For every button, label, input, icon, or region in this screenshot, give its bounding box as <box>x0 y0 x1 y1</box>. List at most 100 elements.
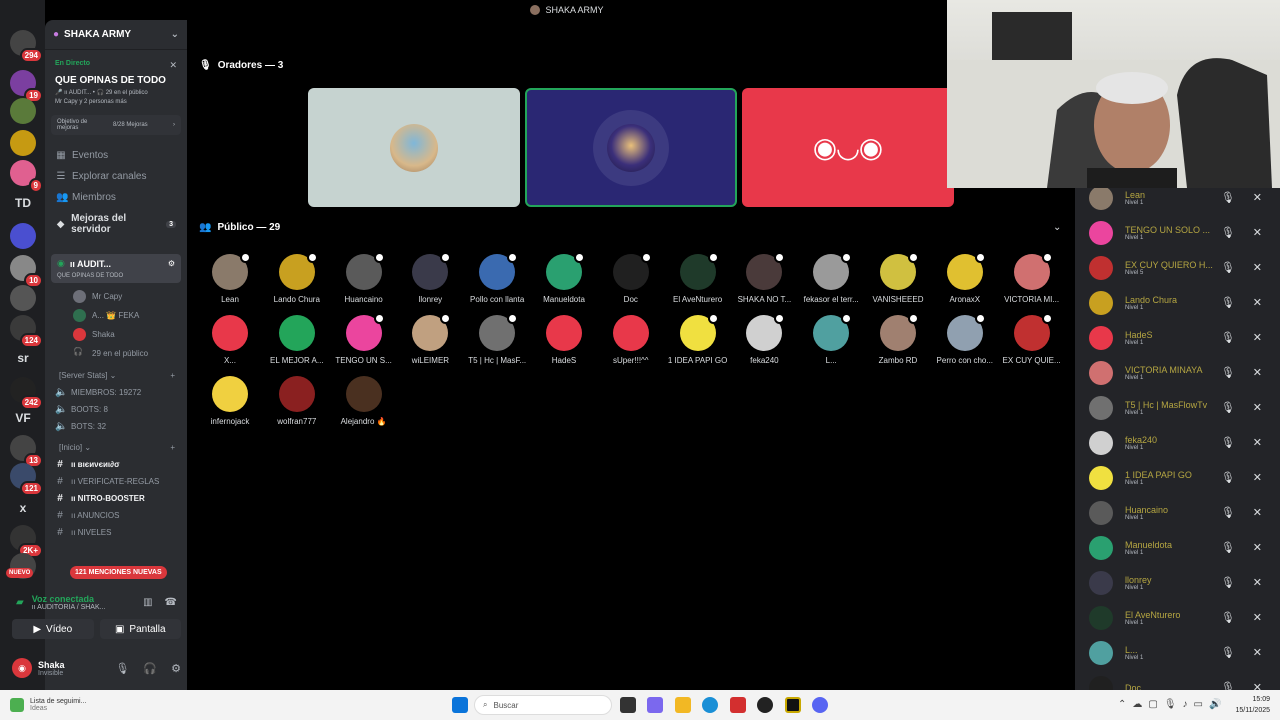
invite-to-speak-icon[interactable]: 🎙 <box>1221 436 1235 449</box>
nav-item[interactable]: ☰ Explorar canales <box>45 166 187 187</box>
soundboard-icon[interactable]: ▥ <box>143 597 152 608</box>
request-row[interactable]: Lean Nivel 1 🎙 ✕ <box>1075 188 1280 215</box>
server-icon[interactable]: 9 <box>10 160 43 193</box>
audience-member[interactable]: sUper!!!^^ <box>598 315 664 365</box>
voice-user[interactable]: Shaka <box>45 325 187 344</box>
copilot-icon[interactable] <box>647 697 663 713</box>
audience-member[interactable]: El AveNturero <box>665 252 731 304</box>
request-row[interactable]: feka240 Nivel 1 🎙 ✕ <box>1075 425 1280 460</box>
audience-member[interactable]: Pollo con llanta <box>464 252 530 304</box>
avatar[interactable]: ◉ <box>12 658 32 678</box>
voice-user[interactable]: A... 👑 FEKA <box>45 306 187 325</box>
category-header[interactable]: [Server Stats] ⌄ + <box>45 363 187 384</box>
server-icon[interactable] <box>10 98 36 124</box>
settings-icon[interactable]: ⚙ <box>168 259 175 268</box>
active-voice-channel[interactable]: ◉ ıı AUDIT... ⚙ QUE OPINAS DE TODO <box>51 254 181 283</box>
dismiss-icon[interactable]: ✕ <box>1253 436 1262 449</box>
dismiss-icon[interactable]: ✕ <box>1253 506 1262 519</box>
server-icon[interactable]: 242 <box>10 377 43 410</box>
dismiss-icon[interactable]: ✕ <box>1253 576 1262 589</box>
request-row[interactable]: TENGO UN SOLO ... Nivel 1 🎙 ✕ <box>1075 215 1280 250</box>
invite-to-speak-icon[interactable]: 🎙 <box>1221 261 1235 274</box>
request-row[interactable]: Lando Chura Nivel 1 🎙 ✕ <box>1075 285 1280 320</box>
server-icon[interactable] <box>10 223 36 249</box>
invite-to-speak-icon[interactable]: 🎙 <box>1221 366 1235 379</box>
stage-card[interactable]: En Directo ✕ QUE OPINAS DE TODO 🎤 ıı AUD… <box>51 56 181 109</box>
audience-member[interactable]: Huancaino <box>331 252 397 304</box>
text-channel[interactable]: # ıı VERIFICATE-REGLAS <box>45 473 187 490</box>
audience-member[interactable]: wolfran777 <box>264 376 330 426</box>
server-icon[interactable] <box>10 130 36 156</box>
dismiss-icon[interactable]: ✕ <box>1253 681 1262 690</box>
dismiss-icon[interactable]: ✕ <box>1253 296 1262 309</box>
request-row[interactable]: HadeS Nivel 1 🎙 ✕ <box>1075 320 1280 355</box>
request-row[interactable]: El AveNturero Nivel 1 🎙 ✕ <box>1075 600 1280 635</box>
invite-to-speak-icon[interactable]: 🎙 <box>1221 331 1235 344</box>
disconnect-icon[interactable]: ☎ <box>165 597 177 608</box>
nav-item[interactable]: 👥 Miembros <box>45 187 187 208</box>
nav-item[interactable]: ▦ Eventos <box>45 145 187 166</box>
boost-goal[interactable]: Objetivo de mejoras 8/28 Mejoras › <box>51 115 181 135</box>
dismiss-icon[interactable]: ✕ <box>1253 646 1262 659</box>
invite-to-speak-icon[interactable]: 🎙 <box>1221 541 1235 554</box>
text-channel[interactable]: # ıı NITRO-BOOSTER <box>45 490 187 507</box>
invite-to-speak-icon[interactable]: 🎙 <box>1221 191 1235 204</box>
gear-icon[interactable]: ⚙ <box>171 662 181 675</box>
app-icon[interactable] <box>785 697 801 713</box>
obs-icon[interactable] <box>757 697 773 713</box>
system-tray[interactable]: ⌃☁▢🎙♪▭🔊 <box>1118 699 1227 710</box>
request-row[interactable]: Huancaino Nivel 1 🎙 ✕ <box>1075 495 1280 530</box>
voice-user[interactable]: Mr Capy <box>45 287 187 306</box>
speaker-tile-active[interactable] <box>525 88 737 207</box>
server-icon[interactable]: 124 <box>10 315 43 348</box>
audience-member[interactable]: 1 IDEA PAPI GO <box>665 313 731 365</box>
audience-member[interactable]: AronaxX <box>932 252 998 304</box>
dismiss-icon[interactable]: ✕ <box>1253 191 1262 204</box>
audience-member[interactable]: fekasor el terr... <box>798 252 864 304</box>
invite-to-speak-icon[interactable]: 🎙 <box>1221 506 1235 519</box>
dismiss-icon[interactable]: ✕ <box>1253 331 1262 344</box>
server-icon[interactable]: 19 <box>10 70 43 103</box>
text-channel[interactable]: # ıı ANUNCIOS <box>45 507 187 524</box>
app-icon[interactable] <box>730 697 746 713</box>
audience-member[interactable]: Perro con cho... <box>932 313 998 365</box>
start-icon[interactable] <box>452 697 468 713</box>
widgets-button[interactable]: Lista de seguimi... Ideas <box>0 698 86 712</box>
audience-member[interactable]: llonrey <box>397 252 463 304</box>
request-row[interactable]: EX CUY QUIERO H... Nivel 5 🎙 ✕ <box>1075 250 1280 285</box>
stat-channel[interactable]: 🔈 BOOTS: 8 <box>45 401 187 418</box>
request-row[interactable]: Manueldota Nivel 1 🎙 ✕ <box>1075 530 1280 565</box>
search-box[interactable]: ⌕ Buscar <box>474 695 612 715</box>
dismiss-icon[interactable]: ✕ <box>1253 366 1262 379</box>
audience-member[interactable]: EL MEJOR A... <box>264 315 330 365</box>
request-row[interactable]: llonrey Nivel 1 🎙 ✕ <box>1075 565 1280 600</box>
request-row[interactable]: VICTORIA MINAYA Nivel 1 🎙 ✕ <box>1075 355 1280 390</box>
edge-icon[interactable] <box>702 697 718 713</box>
stat-channel[interactable]: 🔈 MIEMBROS: 19272 <box>45 384 187 401</box>
file-explorer-icon[interactable] <box>675 697 691 713</box>
audience-count[interactable]: 🎧 29 en el público <box>45 344 187 363</box>
voice-channel[interactable]: ıı AUDITORIA / SHAK... <box>32 604 106 611</box>
dismiss-icon[interactable]: ✕ <box>1253 541 1262 554</box>
audience-member[interactable]: VANISHEEED <box>865 252 931 304</box>
audience-member[interactable]: Lando Chura <box>264 252 330 304</box>
close-icon[interactable]: ✕ <box>169 60 177 71</box>
server-icon[interactable]: 121 <box>10 463 43 496</box>
dismiss-icon[interactable]: ✕ <box>1253 226 1262 239</box>
audience-member[interactable]: Alejandro 🔥 <box>331 376 397 426</box>
video-button[interactable]: ▶ Vídeo <box>12 619 94 639</box>
audience-member[interactable]: HadeS <box>531 315 597 365</box>
new-mentions-pill[interactable]: 121 MENCIONES NUEVAS <box>70 566 167 579</box>
audience-member[interactable]: VICTORIA MI... <box>999 252 1065 304</box>
audience-member[interactable]: Zambo RD <box>865 313 931 365</box>
discord-icon[interactable] <box>812 697 828 713</box>
invite-to-speak-icon[interactable]: 🎙 <box>1221 401 1235 414</box>
speaker-tile[interactable] <box>308 88 520 207</box>
audience-member[interactable]: TENGO UN S... <box>331 313 397 365</box>
request-row[interactable]: L... Nivel 1 🎙 ✕ <box>1075 635 1280 670</box>
server-icon[interactable]: TD <box>10 190 36 216</box>
text-channel[interactable]: # ıı вιєиνєиι∂σ <box>45 456 187 473</box>
request-row[interactable]: T5 | Hc | MasFlowTv Nivel 1 🎙 ✕ <box>1075 390 1280 425</box>
task-view-icon[interactable] <box>620 697 636 713</box>
invite-to-speak-icon[interactable]: 🎙 <box>1221 471 1235 484</box>
